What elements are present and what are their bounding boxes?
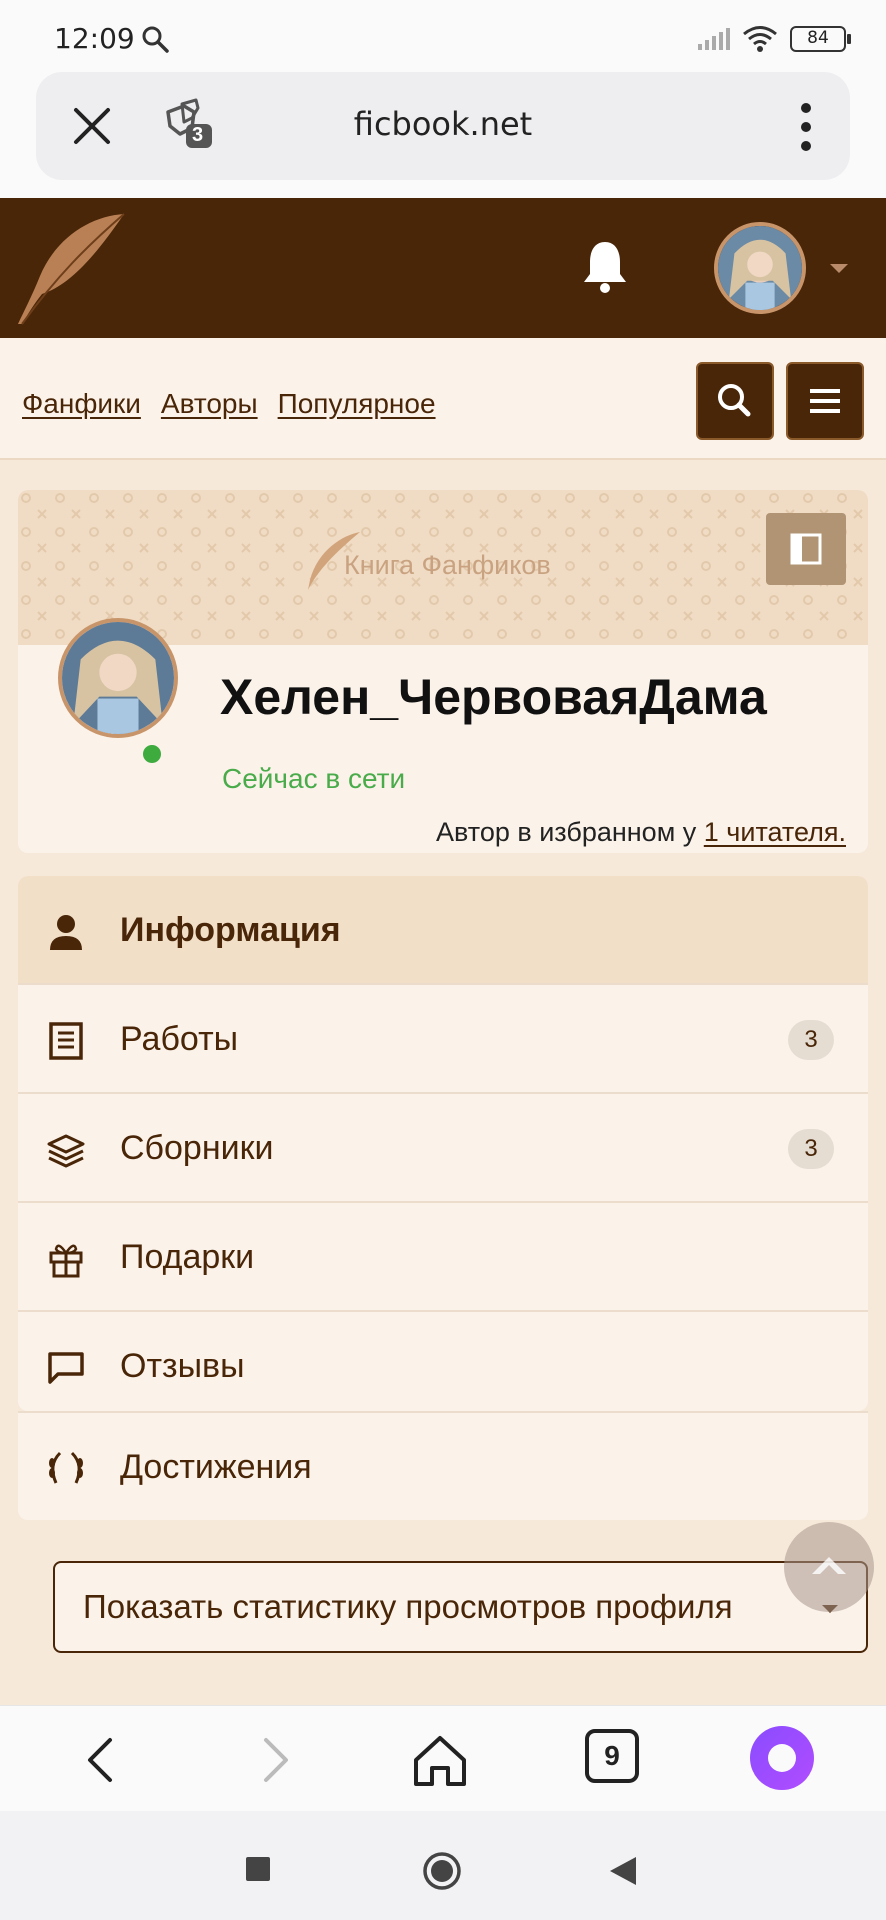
- menu-item-label: Информация: [120, 911, 341, 949]
- menu-item-achievements[interactable]: Достижения: [18, 1411, 868, 1520]
- profile-banner: Книга Фанфиков: [18, 490, 868, 645]
- banner-title: Книга Фанфиков: [344, 550, 551, 580]
- menu-button[interactable]: [786, 362, 864, 440]
- url-text[interactable]: ficbook.net: [36, 105, 850, 143]
- menu-item-label: Работы: [120, 1020, 239, 1058]
- avatar-image: [62, 622, 174, 734]
- tabs-count-button[interactable]: 9: [585, 1729, 639, 1783]
- gift-icon: [49, 1244, 83, 1278]
- feather-logo[interactable]: [12, 206, 132, 326]
- recents-icon[interactable]: [244, 1855, 272, 1883]
- more-vertical-icon[interactable]: [800, 102, 812, 152]
- nav-link-fanfics[interactable]: Фанфики: [22, 388, 141, 420]
- menu-item-info[interactable]: Информация: [18, 876, 868, 985]
- document-icon: [49, 1022, 83, 1060]
- menu-item-collections[interactable]: Сборники 3: [18, 1094, 868, 1203]
- signal-icon: [698, 28, 730, 50]
- comment-icon: [48, 1352, 84, 1384]
- favorites-link[interactable]: 1 читателя.: [704, 817, 846, 847]
- site-nav: Фанфики Авторы Популярное: [0, 338, 886, 460]
- bell-icon[interactable]: [580, 238, 630, 294]
- count-badge: 3: [788, 1129, 834, 1169]
- scroll-to-top-button[interactable]: [784, 1522, 874, 1612]
- online-status: Сейчас в сети: [222, 763, 406, 794]
- chevron-up-icon: [812, 1557, 846, 1574]
- profile-menu: Информация Работы 3 Сборники 3 Подарки О…: [18, 876, 868, 1411]
- menu-item-reviews[interactable]: Отзывы: [18, 1312, 868, 1411]
- status-bar: 12:09 84: [0, 0, 886, 70]
- nav-links: Фанфики Авторы Популярное: [22, 388, 436, 420]
- profile-avatar: [58, 618, 178, 738]
- home-circle-icon[interactable]: [422, 1851, 462, 1891]
- back-triangle-icon[interactable]: [608, 1855, 638, 1887]
- menu-item-works[interactable]: Работы 3: [18, 985, 868, 1094]
- status-time: 12:09: [54, 22, 135, 55]
- menu-item-label: Подарки: [120, 1238, 255, 1276]
- url-pill[interactable]: 3 ficbook.net: [36, 72, 850, 180]
- username: Хелен_ЧервоваяДама: [220, 669, 767, 725]
- avatar-image: [718, 226, 802, 310]
- favorites-text: Автор в избранном у 1 читателя.: [436, 817, 846, 848]
- search-button[interactable]: [696, 362, 774, 440]
- layers-icon: [47, 1134, 85, 1168]
- home-icon[interactable]: [410, 1730, 470, 1790]
- android-nav-bar: [0, 1811, 886, 1920]
- columns-icon: [790, 533, 822, 565]
- nav-link-popular[interactable]: Популярное: [278, 388, 436, 420]
- profile-card: Книга Фанфиков Хелен_ЧервоваяДама Сейчас…: [18, 490, 868, 853]
- search-icon: [718, 384, 751, 417]
- header-avatar[interactable]: [714, 222, 806, 314]
- forward-arrow-icon[interactable]: [244, 1730, 304, 1790]
- menu-item-gifts[interactable]: Подарки: [18, 1203, 868, 1312]
- user-icon: [50, 915, 82, 950]
- nav-link-authors[interactable]: Авторы: [161, 388, 258, 420]
- laurel-icon: [49, 1451, 83, 1484]
- browser-toolbar: 9: [0, 1705, 886, 1811]
- favorites-prefix: Автор в избранном у: [436, 817, 697, 847]
- wifi-icon: [743, 26, 777, 52]
- status-icons: 84: [696, 22, 851, 56]
- battery-icon: 84: [790, 26, 851, 52]
- show-profile-stats-button[interactable]: Показать статистику просмотров профиля: [53, 1561, 868, 1653]
- search-icon: [142, 26, 169, 53]
- stats-button-label: Показать статистику просмотров профиля: [83, 1588, 733, 1625]
- menu-item-label: Сборники: [120, 1129, 274, 1167]
- count-badge: 3: [788, 1020, 834, 1060]
- chevron-down-icon[interactable]: [830, 264, 848, 273]
- back-arrow-icon[interactable]: [72, 1730, 132, 1790]
- online-indicator: [140, 742, 164, 766]
- hamburger-icon: [810, 389, 840, 413]
- menu-item-label: Достижения: [120, 1448, 312, 1486]
- alice-assistant-icon[interactable]: [750, 1726, 814, 1790]
- browser-address-bar: 3 ficbook.net: [0, 70, 886, 198]
- menu-item-label: Отзывы: [120, 1347, 245, 1385]
- banner-toggle-button[interactable]: [766, 513, 846, 585]
- site-header: [0, 198, 886, 338]
- main-content: Книга Фанфиков Хелен_ЧервоваяДама Сейчас…: [0, 460, 886, 1705]
